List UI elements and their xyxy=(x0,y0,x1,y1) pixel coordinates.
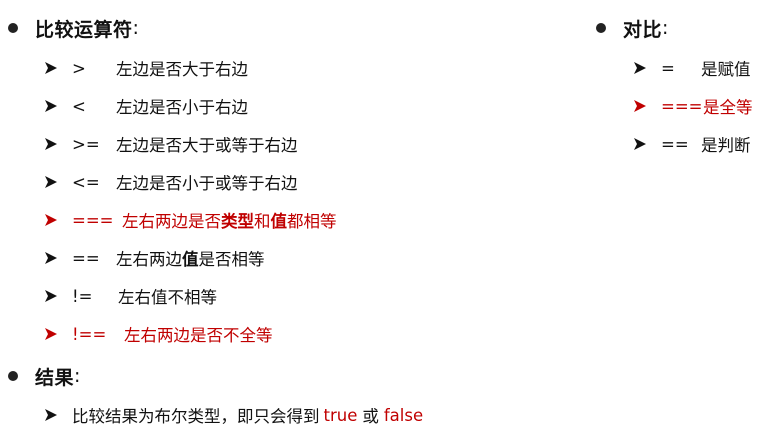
description: 左边是否小于右边 xyxy=(116,98,248,117)
arrowhead-right-icon xyxy=(44,61,58,75)
description: 左右两边是否不全等 xyxy=(124,326,273,345)
list-item-lt: < 左边是否小于右边 xyxy=(44,91,248,121)
description-part: 左右两边是否 xyxy=(122,212,221,231)
list-item-gt: > 左边是否大于右边 xyxy=(44,53,248,83)
description: 是判断 xyxy=(701,136,751,155)
result-false-word: false xyxy=(383,405,424,425)
description: 是赋值 xyxy=(701,60,751,79)
result-true-word: true xyxy=(323,405,358,425)
arrowhead-right-icon xyxy=(44,251,58,265)
description-emphasis-value: 值 xyxy=(270,212,288,231)
operator: === xyxy=(661,96,703,116)
description-emphasis-type: 类型 xyxy=(221,212,254,231)
bullet-dot-icon xyxy=(8,23,18,33)
result-text: 比较结果为布尔类型，即只会得到 xyxy=(72,407,320,426)
operator: == xyxy=(661,134,689,154)
compare-item-assign: = 是赋值 xyxy=(633,53,751,83)
description: 左右两边是否类型和值都相等 xyxy=(122,208,337,232)
operator: == xyxy=(72,248,100,268)
description: 左右值不相等 xyxy=(118,288,217,307)
heading-result: 结果 : xyxy=(8,361,80,391)
operator: !== xyxy=(72,324,107,344)
arrowhead-right-icon xyxy=(633,99,647,113)
list-item-lte: <= 左边是否小于或等于右边 xyxy=(44,167,298,197)
heading-colon: : xyxy=(74,365,81,387)
arrowhead-right-icon xyxy=(44,289,58,303)
description-part: 是否相等 xyxy=(198,250,265,269)
heading-comparison-operators: 比较运算符 : xyxy=(8,13,139,43)
result-item: 比较结果为布尔类型，即只会得到 true 或 false xyxy=(44,400,423,430)
compare-item-loose-equal: == 是判断 xyxy=(633,129,751,159)
list-item-strict-not-equal: !== 左右两边是否不全等 xyxy=(44,319,273,349)
description: 左边是否大于右边 xyxy=(116,60,248,79)
bullet-dot-icon xyxy=(8,371,18,381)
arrowhead-right-icon xyxy=(44,175,58,189)
description-emphasis-value: 值 xyxy=(182,250,199,269)
heading-text: 结果 xyxy=(35,366,75,389)
description-part: 左右两边 xyxy=(116,250,182,269)
description: 左边是否小于或等于右边 xyxy=(116,174,298,193)
operator: = xyxy=(661,58,675,78)
operator: >= xyxy=(72,134,100,154)
description: 左右两边值是否相等 xyxy=(116,246,265,270)
heading-colon: : xyxy=(132,17,139,39)
arrowhead-right-icon xyxy=(633,137,647,151)
compare-item-strict-equal: === 是全等 xyxy=(633,91,753,121)
operator: < xyxy=(72,96,86,116)
operator: > xyxy=(72,58,86,78)
description: 左边是否大于或等于右边 xyxy=(116,136,298,155)
operator: <= xyxy=(72,172,100,192)
description: 是全等 xyxy=(703,98,753,117)
heading-text: 比较运算符 xyxy=(35,18,133,41)
slide: 比较运算符 : > 左边是否大于右边 < 左边是否小于右边 >= 左边是否大于或… xyxy=(0,0,768,430)
arrowhead-right-icon xyxy=(44,408,58,422)
arrowhead-right-icon xyxy=(44,327,58,341)
description-part: 都相等 xyxy=(287,212,337,231)
operator: === xyxy=(72,210,114,230)
heading-colon: : xyxy=(662,17,669,39)
list-item-loose-equal: == 左右两边值是否相等 xyxy=(44,243,265,273)
heading-comparison: 对比 : xyxy=(596,13,668,43)
arrowhead-right-icon xyxy=(633,61,647,75)
list-item-strict-equal: === 左右两边是否类型和值都相等 xyxy=(44,205,337,235)
bullet-dot-icon xyxy=(596,23,606,33)
arrowhead-right-icon xyxy=(44,137,58,151)
result-or-word: 或 xyxy=(362,407,379,426)
description-part: 和 xyxy=(254,212,271,231)
list-item-not-equal: != 左右值不相等 xyxy=(44,281,217,311)
heading-text: 对比 xyxy=(623,18,663,41)
list-item-gte: >= 左边是否大于或等于右边 xyxy=(44,129,298,159)
operator: != xyxy=(72,286,93,306)
arrowhead-right-icon xyxy=(44,213,58,227)
arrowhead-right-icon xyxy=(44,99,58,113)
